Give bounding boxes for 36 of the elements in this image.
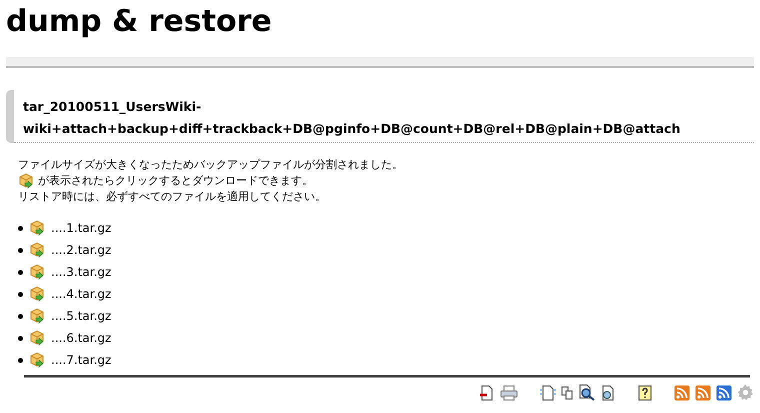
bullet-icon: [18, 226, 23, 230]
file-link[interactable]: ....1.tar.gz: [51, 219, 112, 237]
package-icon: [29, 330, 45, 346]
printer-icon[interactable]: [500, 384, 518, 400]
package-icon: [29, 242, 45, 258]
bullet-icon: [18, 358, 23, 362]
bullet-icon: [18, 336, 23, 340]
file-link[interactable]: ....3.tar.gz: [51, 263, 112, 281]
file-link[interactable]: ....4.tar.gz: [51, 285, 112, 303]
package-icon: [29, 220, 45, 236]
file-link[interactable]: ....5.tar.gz: [51, 307, 112, 325]
notice-text: ファイルサイズが大きくなったためバックアップファイルが分割されました。: [18, 157, 403, 173]
copy-icon[interactable]: [561, 386, 573, 400]
file-link[interactable]: ....7.tar.gz: [51, 351, 112, 369]
file-link[interactable]: ....6.tar.gz: [51, 329, 112, 347]
page-title: dump & restore: [5, 3, 273, 37]
back-document-icon[interactable]: [479, 384, 495, 400]
package-icon: [29, 286, 45, 302]
package-icon: [29, 352, 45, 368]
notice-text: が表示されたらクリックするとダウンロードできます。: [38, 173, 313, 189]
search-icon[interactable]: [578, 384, 595, 401]
rss-feed-icon[interactable]: [716, 384, 732, 400]
file-link[interactable]: ....2.tar.gz: [51, 241, 112, 259]
package-icon: [29, 264, 45, 280]
new-document-icon[interactable]: [540, 384, 556, 400]
rss-feed-icon[interactable]: [674, 384, 690, 400]
notice-text: リストア時には、必ずすべてのファイルを適用してください。: [18, 189, 326, 205]
section-heading: tar_20100511_UsersWiki-wiki+attach+backup+diff+trackback+DB@pginfo+DB@count+DB@rel+DB@plain+DB@attach: [14, 90, 754, 143]
help-icon[interactable]: [638, 384, 652, 400]
heading-accent-bar: [6, 90, 14, 143]
bullet-icon: [18, 314, 23, 318]
bullet-icon: [18, 248, 23, 252]
package-icon: [29, 308, 45, 324]
rss-feed-icon[interactable]: [695, 384, 711, 400]
bullet-icon: [18, 270, 23, 274]
bullet-icon: [18, 292, 23, 296]
